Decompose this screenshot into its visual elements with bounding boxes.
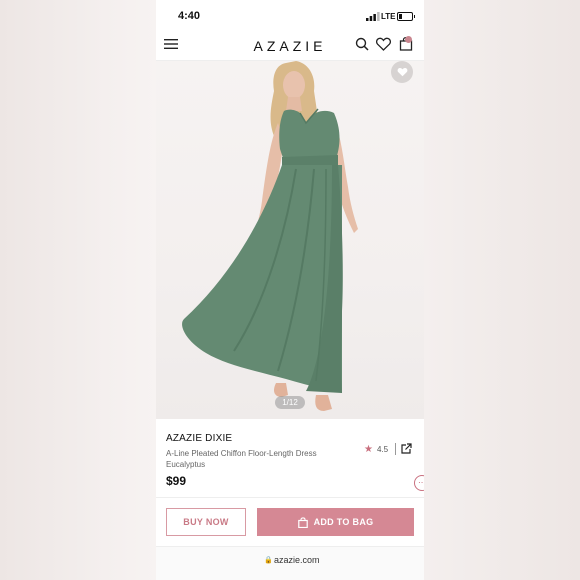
star-icon: ★ [364, 444, 373, 455]
dress-model-photo [182, 61, 358, 411]
url-text: azazie.com [274, 555, 320, 565]
product-image[interactable]: 1/12 [156, 61, 424, 419]
image-counter: 1/12 [275, 396, 305, 409]
product-color: Eucalyptus [166, 460, 206, 469]
purchase-actions: BUY NOW ADD TO BAG [156, 497, 424, 547]
chat-icon[interactable]: ⋯ [414, 475, 424, 491]
divider [395, 443, 396, 455]
heart-icon [397, 67, 407, 77]
wishlist-heart-icon[interactable] [376, 37, 391, 51]
signal-icon [366, 12, 380, 21]
product-title: AZAZIE DIXIE [166, 433, 233, 444]
browser-url-bar[interactable]: 🔒 azazie.com [156, 546, 424, 580]
status-time: 4:40 [178, 10, 201, 22]
app-header: AZAZIE [156, 32, 424, 61]
favorite-button[interactable] [391, 61, 413, 83]
phone-screen: 4:40 LTE AZAZIE 1/12 AZAZIE DIXIE A-Line… [156, 0, 424, 580]
buy-now-button[interactable]: BUY NOW [166, 508, 246, 536]
product-info: AZAZIE DIXIE A-Line Pleated Chiffon Floo… [156, 419, 424, 497]
product-price: $99 [166, 474, 187, 488]
product-description: A-Line Pleated Chiffon Floor-Length Dres… [166, 449, 317, 458]
network-type: LTE [381, 12, 396, 21]
battery-icon [397, 12, 415, 21]
add-to-bag-button[interactable]: ADD TO BAG [257, 508, 414, 536]
add-to-bag-label: ADD TO BAG [313, 517, 374, 527]
rating-value[interactable]: 4.5 [377, 445, 388, 454]
bag-count-badge [405, 36, 412, 43]
share-icon[interactable] [400, 443, 412, 455]
search-icon[interactable] [355, 37, 369, 51]
lock-icon: 🔒 [264, 557, 273, 564]
status-bar: 4:40 LTE [156, 0, 424, 32]
bag-icon [297, 516, 308, 528]
